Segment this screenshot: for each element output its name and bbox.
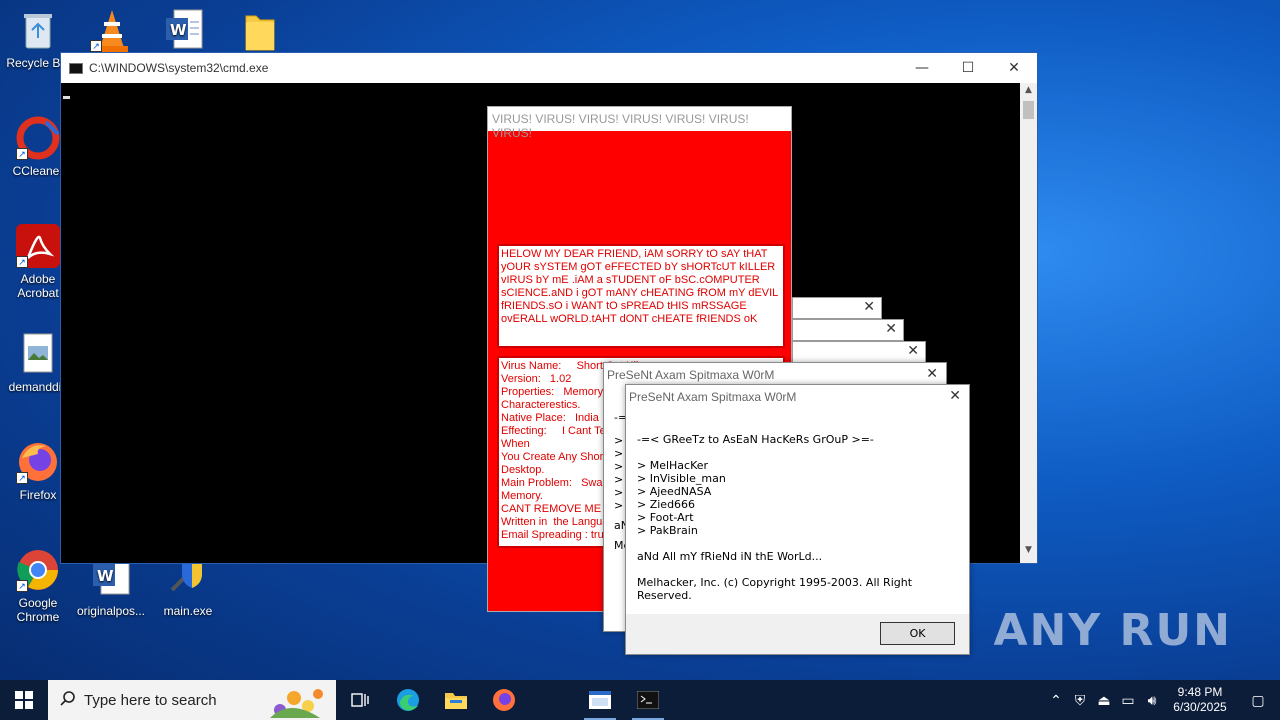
virus-app-taskbar-button[interactable] bbox=[576, 680, 624, 720]
desktop-icon-main-exe[interactable]: main.exe bbox=[150, 556, 226, 618]
shortcut-arrow-icon: ↗ bbox=[16, 148, 28, 160]
greetz-name: > InVisible_man bbox=[637, 472, 726, 485]
close-icon[interactable]: ✕ bbox=[907, 343, 919, 359]
windows-logo-icon bbox=[15, 691, 33, 709]
ccleaner-icon: ↗ bbox=[16, 116, 60, 160]
shortcut-arrow-icon: ↗ bbox=[90, 40, 102, 52]
task-view-button[interactable] bbox=[336, 680, 384, 720]
greetz-heading: -=< GReeTz to AsEaN HacKeRs GrOuP >=- bbox=[637, 433, 874, 446]
notification-icon[interactable]: ▢ bbox=[1236, 692, 1280, 709]
cmd-title: C:\WINDOWS\system32\cmd.exe bbox=[89, 61, 269, 75]
volume-icon[interactable]: 🔊︎ bbox=[1140, 692, 1164, 709]
svg-text:W: W bbox=[170, 21, 187, 39]
window-app-icon bbox=[589, 691, 611, 709]
desktop-icon-word-doc[interactable]: W bbox=[146, 8, 222, 56]
adobe-acrobat-icon: ↗ bbox=[16, 224, 60, 268]
image-file-icon bbox=[16, 332, 60, 376]
vlc-cone-icon: ↗ bbox=[90, 8, 134, 52]
edge-icon bbox=[397, 689, 419, 711]
file-explorer-taskbar-button[interactable] bbox=[432, 680, 480, 720]
front-greetz-dialog[interactable]: PreSeNt Axam Spitmaxa W0rM ✕ -=< GReeTz … bbox=[625, 384, 970, 655]
clock-time: 9:48 PM bbox=[1177, 685, 1223, 699]
minimize-button[interactable]: — bbox=[899, 53, 945, 83]
copyright-text: Melhacker, Inc. (c) Copyright 1995-2003.… bbox=[637, 576, 913, 602]
search-icon bbox=[60, 690, 76, 710]
maximize-button[interactable]: ☐ bbox=[945, 53, 991, 83]
start-button[interactable] bbox=[0, 680, 48, 720]
shortcut-arrow-icon: ↗ bbox=[16, 472, 28, 484]
greetz-name: > Zied666 bbox=[637, 498, 696, 511]
virus-message-box: HELOW MY DEAR FRIEND, iAM sORRY tO sAY t… bbox=[497, 244, 785, 348]
cmd-taskbar-button[interactable] bbox=[624, 680, 672, 720]
stacked-dialog-3[interactable]: ✕ bbox=[792, 341, 926, 363]
greetz-name: > MelHacKer bbox=[637, 459, 709, 472]
shortcut-arrow-icon: ↗ bbox=[16, 580, 28, 592]
usb-device-icon[interactable]: ⏏ bbox=[1092, 692, 1116, 709]
edge-taskbar-button[interactable] bbox=[384, 680, 432, 720]
scroll-thumb[interactable] bbox=[1023, 101, 1034, 119]
taskbar-search-box[interactable]: Type here to search bbox=[48, 680, 336, 720]
search-highlight-flowers-icon bbox=[260, 682, 330, 720]
chevron-up-icon[interactable]: ⌃ bbox=[1044, 692, 1068, 709]
stacked-dialog-1[interactable]: ✕ bbox=[792, 297, 882, 319]
clock[interactable]: 9:48 PM 6/30/2025 bbox=[1164, 685, 1236, 715]
recycle-bin-icon bbox=[16, 8, 60, 52]
greetz-name: > Foot-Art bbox=[637, 511, 694, 524]
network-icon[interactable]: ▭ bbox=[1116, 692, 1140, 709]
desktop-icon-label: main.exe bbox=[163, 604, 213, 618]
clock-date: 6/30/2025 bbox=[1173, 700, 1227, 714]
firefox-icon: ↗ bbox=[16, 440, 60, 484]
dialog-footer: OK bbox=[626, 614, 969, 654]
close-icon[interactable]: ✕ bbox=[926, 366, 938, 382]
close-icon[interactable]: ✕ bbox=[949, 388, 961, 404]
virus-window-title[interactable]: VIRUS! VIRUS! VIRUS! VIRUS! VIRUS! VIRUS… bbox=[488, 107, 791, 140]
svg-text:W: W bbox=[97, 567, 114, 585]
chrome-icon: ↗ bbox=[16, 548, 60, 592]
scroll-down-arrow-icon[interactable]: ▼ bbox=[1020, 545, 1037, 561]
console-cursor bbox=[63, 96, 70, 99]
close-icon[interactable]: ✕ bbox=[885, 321, 897, 337]
folder-icon bbox=[238, 8, 282, 52]
greetz-name: > PakBrain bbox=[637, 524, 698, 537]
word-document-icon: W bbox=[162, 8, 206, 52]
desktop-icon-label: originalpos... bbox=[76, 604, 146, 618]
firefox-icon bbox=[493, 689, 515, 711]
blank-taskbar-slot bbox=[528, 680, 576, 720]
firefox-taskbar-button[interactable] bbox=[480, 680, 528, 720]
desktop-icon-folder[interactable] bbox=[222, 8, 298, 56]
vertical-scrollbar[interactable]: ▲ ▼ bbox=[1020, 83, 1037, 563]
security-shield-icon[interactable]: ⛨ bbox=[1068, 692, 1092, 709]
close-button[interactable]: ✕ bbox=[991, 53, 1037, 83]
greetz-closing: aNd All mY fRieNd iN thE WorLd... bbox=[637, 550, 823, 563]
shortcut-arrow-icon: ↗ bbox=[16, 256, 28, 268]
dialog-title[interactable]: PreSeNt Axam Spitmaxa W0rM bbox=[626, 385, 969, 409]
greetz-name: > AjeedNASA bbox=[637, 485, 712, 498]
close-icon[interactable]: ✕ bbox=[863, 299, 875, 315]
cmd-titlebar[interactable]: C:\WINDOWS\system32\cmd.exe bbox=[61, 53, 1037, 83]
scroll-up-arrow-icon[interactable]: ▲ bbox=[1020, 85, 1037, 101]
taskbar: Type here to search ⌃ ⛨ ⏏ ▭ 🔊︎ 9:48 PM 6… bbox=[0, 680, 1280, 720]
stacked-dialog-2[interactable]: ✕ bbox=[792, 319, 904, 341]
search-placeholder: Type here to search bbox=[84, 691, 217, 709]
system-tray: ⌃ ⛨ ⏏ ▭ 🔊︎ 9:48 PM 6/30/2025 ▢ bbox=[1044, 680, 1280, 720]
desktop-icon-vlc[interactable]: ↗ bbox=[74, 8, 150, 56]
file-explorer-icon bbox=[445, 693, 467, 709]
anyrun-watermark: ANY RUN bbox=[993, 605, 1232, 656]
desktop-icon-originalpos[interactable]: W originalpos... bbox=[73, 556, 149, 618]
task-view-icon bbox=[351, 693, 369, 707]
cmd-app-icon bbox=[69, 62, 83, 74]
cmd-icon bbox=[637, 691, 659, 709]
desktop-icon-label: Google Chrome bbox=[16, 596, 60, 624]
ok-button[interactable]: OK bbox=[880, 622, 955, 645]
